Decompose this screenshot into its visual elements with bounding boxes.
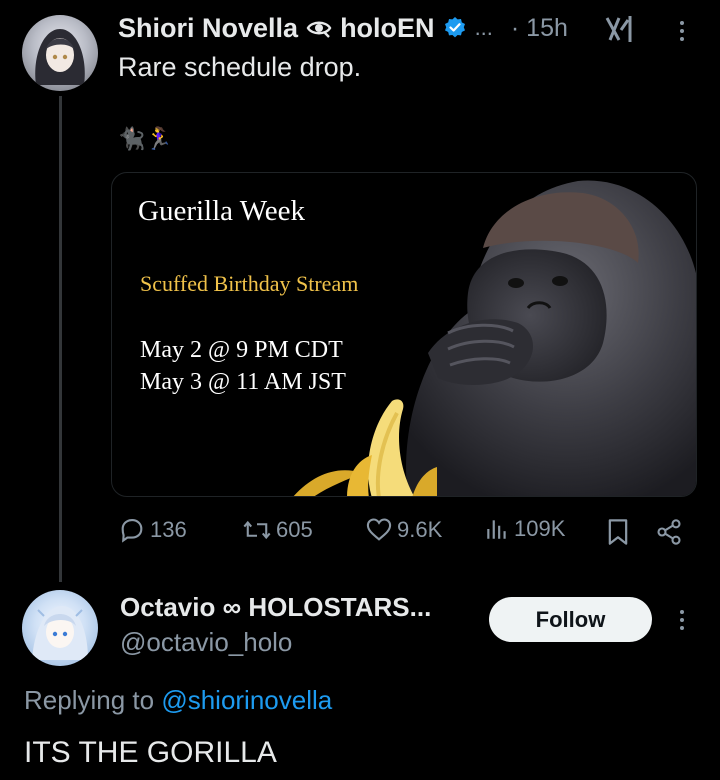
reply-author-name-text: Octavio ∞ HOLOSTARS... — [120, 592, 432, 622]
reply-count: 136 — [150, 517, 187, 542]
views-count: 109K — [514, 516, 566, 541]
reply-icon — [118, 516, 146, 544]
like-count: 9.6K — [397, 517, 443, 542]
thread-line — [59, 96, 62, 582]
banana-image — [293, 399, 437, 496]
media-line-2-text: May 3 @ 11 AM JST — [140, 369, 346, 395]
like-icon — [365, 516, 393, 544]
media-subtitle: Scuffed Birthday Stream — [140, 271, 359, 296]
tweet-media[interactable]: Guerilla Week Scuffed Birthday Stream Ma… — [111, 172, 697, 497]
repost-count: 605 — [276, 517, 313, 542]
views-icon — [484, 516, 510, 542]
reply-action[interactable]: 136 — [118, 516, 187, 544]
views-action[interactable]: 109K — [484, 516, 565, 542]
more-icon[interactable] — [677, 16, 687, 46]
replying-to: Replying to @shiorinovella — [24, 685, 332, 716]
media-line-1: May 2 @ 9 PM CDT — [140, 337, 343, 364]
replying-prefix: Replying to — [24, 685, 155, 715]
reply-text: ITS THE GORILLA — [24, 736, 277, 769]
like-action[interactable]: 9.6K — [365, 516, 442, 544]
reply-header: Octavio ∞ HOLOSTARS... @octavio_holo — [120, 592, 431, 658]
tweet-time[interactable]: · 15h — [511, 14, 568, 43]
tweet-emojis: 🐈‍⬛🏃‍♀️ — [118, 126, 173, 151]
avatar[interactable] — [22, 15, 98, 91]
follow-button[interactable]: Follow — [489, 597, 652, 642]
reply-author-name[interactable]: Octavio ∞ HOLOSTARS... — [120, 592, 431, 623]
grok-icon[interactable] — [604, 14, 636, 44]
tweet-text: Rare schedule drop. — [118, 52, 362, 82]
reply-handle[interactable]: @octavio_holo — [120, 627, 431, 658]
author-name[interactable]: Shiori Novella — [118, 13, 298, 44]
share-icon[interactable] — [655, 518, 683, 551]
reply-avatar[interactable] — [22, 590, 98, 666]
bookmark-icon[interactable] — [606, 518, 630, 551]
media-title: Guerilla Week — [138, 195, 306, 227]
media-line-1-text: May 2 @ 9 PM CDT — [140, 337, 343, 363]
replying-to-link[interactable]: @shiorinovella — [161, 685, 332, 715]
verified-badge-icon — [443, 16, 467, 40]
media-line-2: May 3 @ 11 AM JST — [140, 369, 346, 396]
repost-icon — [242, 516, 272, 544]
reply-more-icon[interactable] — [677, 605, 687, 635]
tweet-header: Shiori Novella holoEN ... · 15h — [118, 12, 568, 44]
eye-emblem-icon — [306, 18, 332, 38]
name-ellipsis: ... — [474, 15, 493, 40]
repost-action[interactable]: 605 — [242, 516, 313, 544]
author-affiliation[interactable]: holoEN — [340, 13, 435, 44]
